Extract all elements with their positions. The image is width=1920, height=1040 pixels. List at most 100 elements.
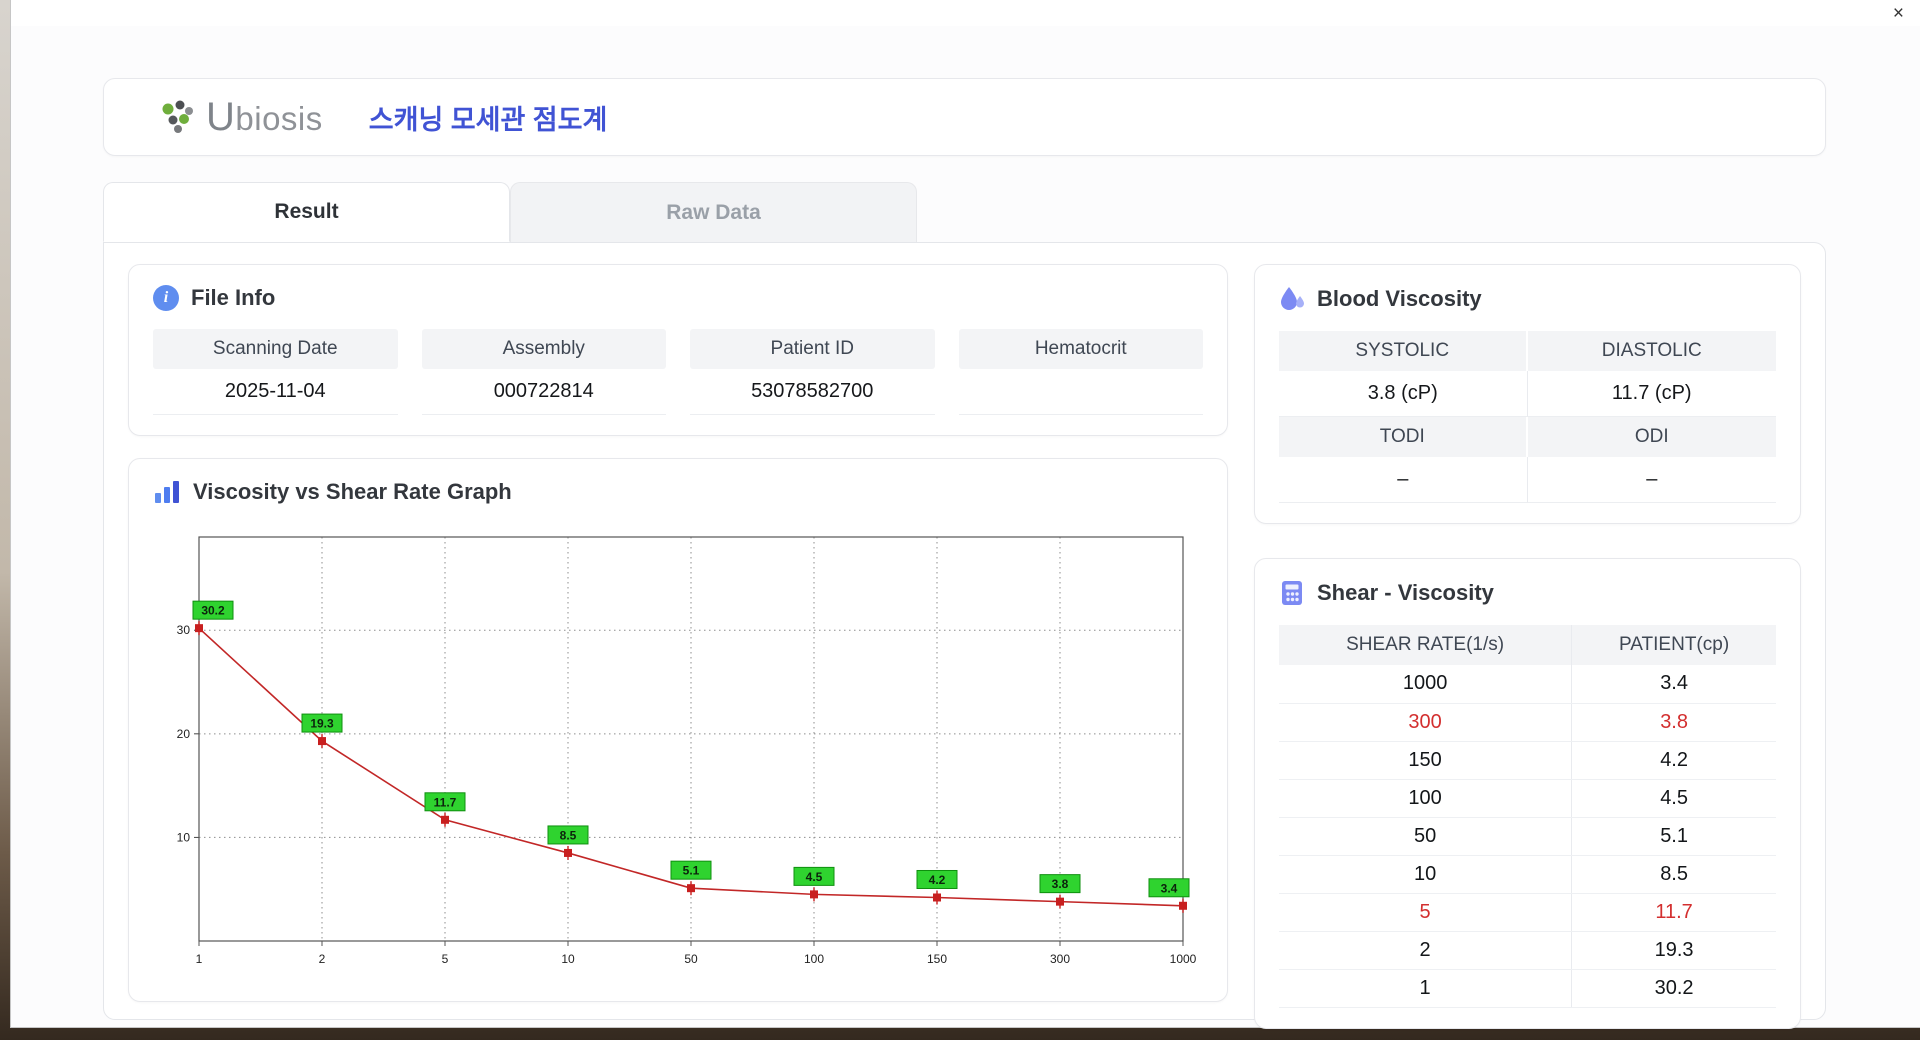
odi-label: ODI bbox=[1527, 417, 1776, 457]
systolic-value: 3.8 (cP) bbox=[1279, 371, 1528, 417]
blood-viscosity-grid: SYSTOLIC DIASTOLIC 3.8 (cP) 11.7 (cP) TO… bbox=[1279, 331, 1776, 503]
svg-text:30: 30 bbox=[177, 623, 191, 637]
svg-text:3.8: 3.8 bbox=[1052, 877, 1069, 891]
svg-text:30.2: 30.2 bbox=[201, 604, 225, 618]
table-row: 300 3.8 bbox=[1279, 703, 1776, 742]
diastolic-label: DIASTOLIC bbox=[1527, 331, 1776, 371]
viscosity-chart: 10 20 30 1 30.2 2 19.3 5 11.7 10 8.5 50 5.1 100 4.5 150… bbox=[177, 536, 1197, 966]
field-assembly: Assembly 000722814 bbox=[421, 329, 666, 415]
todi-label: TODI bbox=[1279, 417, 1528, 457]
todi-value: – bbox=[1279, 457, 1528, 503]
table-row: 1000 3.4 bbox=[1279, 665, 1776, 704]
svg-text:3.4: 3.4 bbox=[1161, 881, 1178, 895]
svg-text:5.1: 5.1 bbox=[683, 864, 700, 878]
patient-cell: 4.2 bbox=[1571, 741, 1776, 780]
shear-cell: 100 bbox=[1279, 779, 1572, 818]
file-info-card: i File Info Scanning Date 2025-11-04 Ass… bbox=[128, 264, 1228, 436]
bar-chart-icon bbox=[155, 481, 179, 503]
patient-cell: 19.3 bbox=[1571, 931, 1776, 970]
file-info-fields: Scanning Date 2025-11-04 Assembly 000722… bbox=[153, 329, 1203, 415]
shear-cell: 50 bbox=[1279, 817, 1572, 856]
ubiosis-logo: Ubiosis bbox=[156, 95, 323, 140]
tab-raw-data[interactable]: Raw Data bbox=[510, 182, 917, 242]
table-row: 10 8.5 bbox=[1279, 855, 1776, 894]
svg-text:20: 20 bbox=[177, 727, 191, 741]
shear-cell: 5 bbox=[1279, 893, 1572, 932]
window-close-button[interactable]: × bbox=[1887, 2, 1910, 25]
col-patient: PATIENT(cp) bbox=[1571, 625, 1776, 665]
table-row: 2 19.3 bbox=[1279, 931, 1776, 970]
left-column: i File Info Scanning Date 2025-11-04 Ass… bbox=[128, 264, 1228, 1002]
graph-card: Viscosity vs Shear Rate Graph 10 20 30 1 30.… bbox=[128, 458, 1228, 1002]
info-icon: i bbox=[153, 285, 179, 311]
field-assembly-label: Assembly bbox=[421, 329, 666, 369]
patient-cell: 4.5 bbox=[1571, 779, 1776, 818]
table-row: 1 30.2 bbox=[1279, 969, 1776, 1008]
brand-name: Ubiosis bbox=[206, 94, 323, 139]
shear-cell: 1 bbox=[1279, 969, 1572, 1008]
blood-viscosity-header: Blood Viscosity bbox=[1279, 285, 1776, 313]
shear-viscosity-title: Shear - Viscosity bbox=[1317, 580, 1494, 605]
graph-header: Viscosity vs Shear Rate Graph bbox=[153, 479, 1203, 505]
patient-cell: 3.4 bbox=[1571, 665, 1776, 704]
app-title: 스캐닝 모세관 점도계 bbox=[368, 104, 608, 135]
svg-text:8.5: 8.5 bbox=[560, 828, 577, 842]
svg-text:1000: 1000 bbox=[1170, 952, 1197, 966]
graph-title: Viscosity vs Shear Rate Graph bbox=[193, 479, 512, 504]
ubiosis-logo-icon bbox=[162, 100, 193, 133]
svg-text:150: 150 bbox=[927, 952, 947, 966]
svg-text:100: 100 bbox=[804, 952, 824, 966]
shear-viscosity-card: Shear - Viscosity SHEAR RATE(1/s) PATIEN… bbox=[1254, 558, 1801, 1029]
field-patient-id-value: 53078582700 bbox=[690, 369, 935, 415]
shear-cell: 1000 bbox=[1279, 665, 1572, 704]
field-hematocrit-label: Hematocrit bbox=[958, 329, 1203, 369]
shear-cell: 150 bbox=[1279, 741, 1572, 780]
odi-value: – bbox=[1527, 457, 1776, 503]
field-patient-id: Patient ID 53078582700 bbox=[690, 329, 935, 415]
file-info-header: i File Info bbox=[153, 285, 1203, 311]
calculator-icon bbox=[1282, 581, 1302, 605]
svg-text:19.3: 19.3 bbox=[310, 717, 334, 731]
table-row: 50 5.1 bbox=[1279, 817, 1776, 856]
blood-viscosity-title: Blood Viscosity bbox=[1317, 286, 1482, 311]
page-content: Ubiosis 스캐닝 모세관 점도계 Result Raw Data i Fi… bbox=[11, 26, 1920, 1029]
patient-cell: 3.8 bbox=[1571, 703, 1776, 742]
field-assembly-value: 000722814 bbox=[421, 369, 666, 415]
result-panel: i File Info Scanning Date 2025-11-04 Ass… bbox=[103, 242, 1826, 1029]
svg-text:50: 50 bbox=[684, 952, 698, 966]
svg-text:1: 1 bbox=[196, 952, 203, 966]
droplet-icon bbox=[1281, 287, 1304, 310]
col-shear-rate: SHEAR RATE(1/s) bbox=[1279, 625, 1572, 665]
svg-text:11.7: 11.7 bbox=[434, 795, 457, 809]
patient-cell: 11.7 bbox=[1571, 893, 1776, 932]
field-scanning-date: Scanning Date 2025-11-04 bbox=[153, 329, 398, 415]
table-row: 150 4.2 bbox=[1279, 741, 1776, 780]
window-titlebar: × bbox=[11, 0, 1920, 26]
shear-viscosity-header: Shear - Viscosity bbox=[1279, 579, 1776, 607]
systolic-label: SYSTOLIC bbox=[1279, 331, 1528, 371]
shear-cell: 300 bbox=[1279, 703, 1572, 742]
app-header: Ubiosis 스캐닝 모세관 점도계 bbox=[103, 78, 1826, 156]
patient-cell: 8.5 bbox=[1571, 855, 1776, 894]
svg-text:4.5: 4.5 bbox=[806, 870, 823, 884]
tab-result[interactable]: Result bbox=[103, 182, 510, 242]
table-row: 100 4.5 bbox=[1279, 779, 1776, 818]
table-row: 5 11.7 bbox=[1279, 893, 1776, 932]
field-scanning-date-value: 2025-11-04 bbox=[153, 369, 398, 415]
field-hematocrit-value bbox=[958, 369, 1203, 415]
patient-cell: 5.1 bbox=[1571, 817, 1776, 856]
right-column: Blood Viscosity SYSTOLIC DIASTOLIC 3.8 (… bbox=[1254, 264, 1801, 1029]
app-window: × Ubiosis 스캐닝 모세관 점도계 Result Raw Data i … bbox=[10, 0, 1920, 1029]
tab-result-label: Result bbox=[274, 200, 339, 223]
svg-text:10: 10 bbox=[561, 952, 575, 966]
patient-cell: 30.2 bbox=[1571, 969, 1776, 1008]
tab-bar: Result Raw Data bbox=[103, 182, 1826, 242]
svg-text:300: 300 bbox=[1050, 952, 1070, 966]
tab-raw-data-label: Raw Data bbox=[666, 200, 761, 224]
svg-text:4.2: 4.2 bbox=[929, 873, 946, 887]
field-hematocrit: Hematocrit bbox=[958, 329, 1203, 415]
svg-text:5: 5 bbox=[442, 952, 449, 966]
svg-text:2: 2 bbox=[319, 952, 326, 966]
blood-viscosity-card: Blood Viscosity SYSTOLIC DIASTOLIC 3.8 (… bbox=[1254, 264, 1801, 524]
shear-cell: 2 bbox=[1279, 931, 1572, 970]
